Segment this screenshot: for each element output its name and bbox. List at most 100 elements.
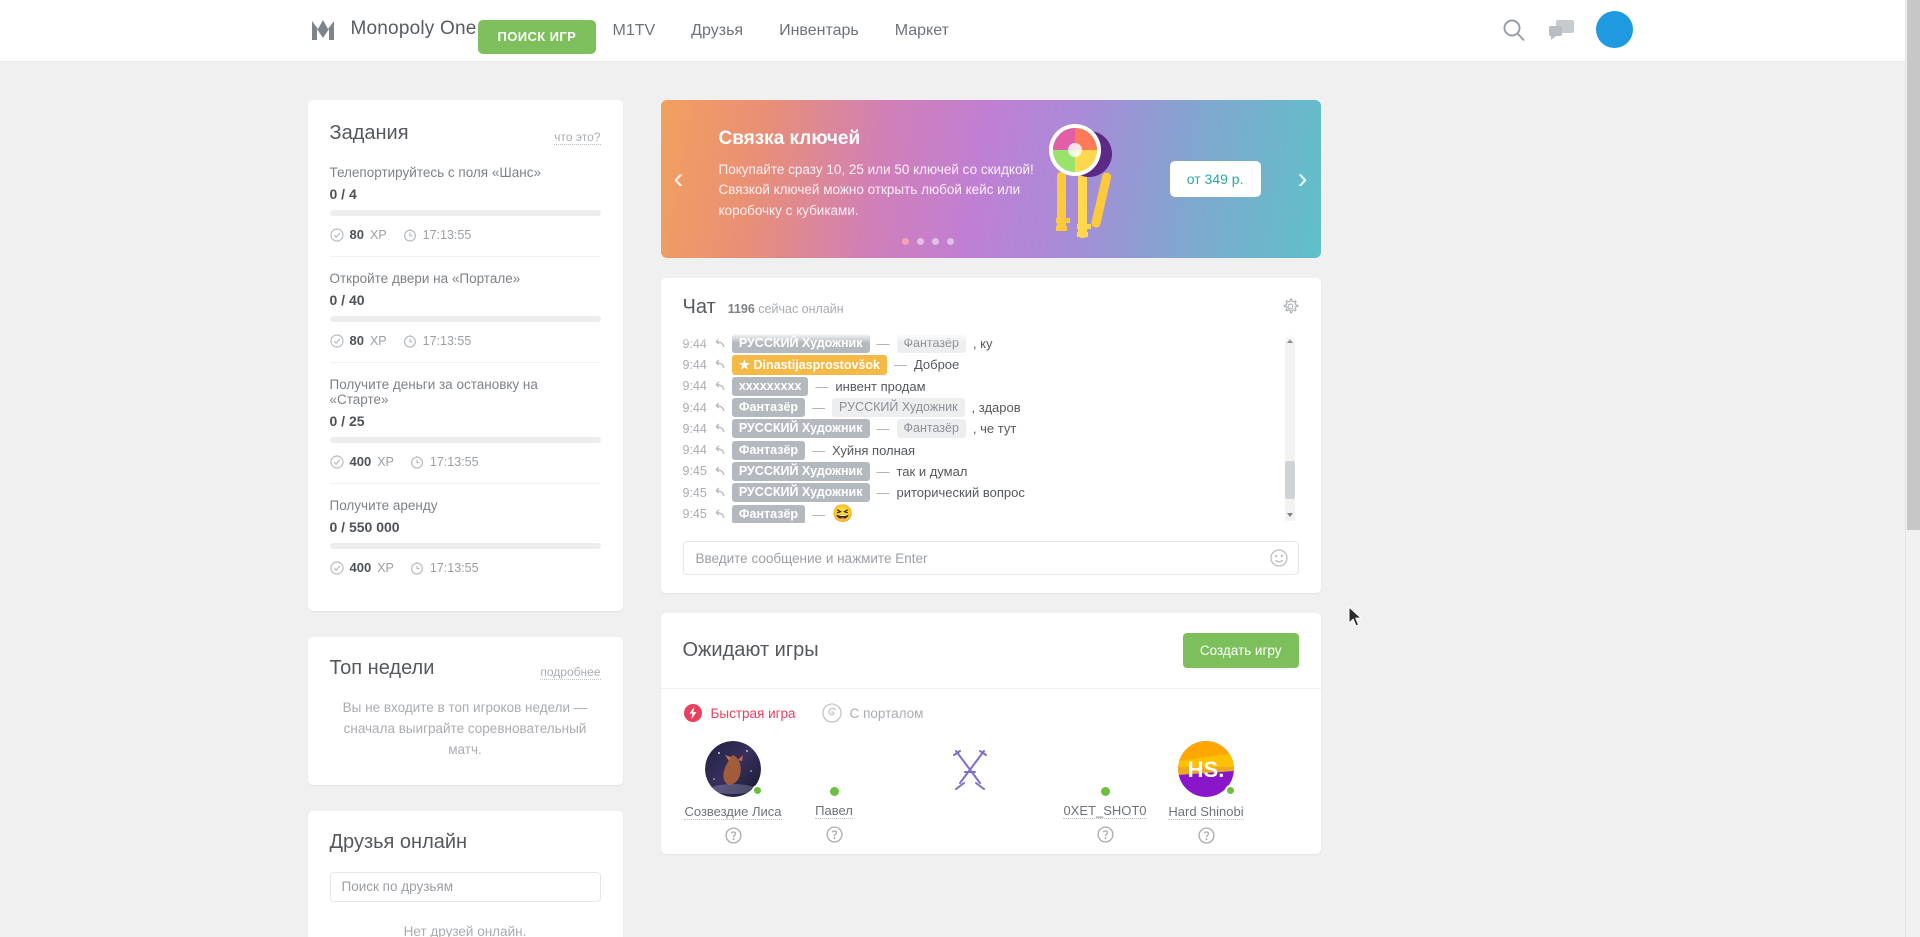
nav-item-inventory[interactable]: Инвентарь (779, 22, 859, 40)
banner-dot[interactable] (901, 238, 909, 245)
tab-with-portal-label: С порталом (849, 705, 924, 721)
player-name[interactable]: Павел (815, 803, 853, 819)
chat-message-list[interactable]: 9:44 РУССКИЙ Художник — Фантазёр , ку 9:… (682, 333, 1299, 523)
create-game-button[interactable]: Создать игру (1182, 633, 1299, 668)
question-icon[interactable] (1197, 827, 1215, 844)
message-text: , здаров (971, 400, 1021, 416)
page-scrollbar[interactable] (1905, 0, 1920, 937)
task-xp-label: XP (369, 333, 387, 348)
message-author[interactable]: Фантазёр (731, 504, 806, 523)
message-author[interactable]: xxxxxxxxx (731, 376, 809, 396)
chat-online-status: 1196 сейчас онлайн (728, 302, 844, 316)
chat-message: 9:45 РУССКИЙ Художник — так и думал (683, 461, 1277, 482)
scroll-down-arrow-icon[interactable] (1286, 511, 1294, 519)
emoji-picker-icon[interactable] (1269, 549, 1288, 567)
waiting-games-title: Ожидают игры (682, 639, 819, 661)
reply-icon[interactable] (714, 423, 725, 434)
message-author[interactable]: Фантазёр (731, 398, 806, 418)
message-time: 9:44 (682, 357, 707, 372)
message-text: инвент продам (835, 378, 926, 394)
question-icon[interactable] (724, 827, 742, 844)
task-xp: 400 XP (329, 560, 394, 575)
task-xp: 80 XP (329, 227, 387, 242)
reply-icon[interactable] (714, 381, 725, 392)
nav-item-friends[interactable]: Друзья (691, 22, 743, 40)
waiting-games-tabs: Быстрая игра С порталом (661, 689, 1321, 729)
online-status-dot (752, 785, 763, 796)
chat-online-count: 1196 (727, 302, 755, 316)
message-text: так и думал (896, 463, 968, 479)
task-progress: 0 / 40 (329, 292, 365, 308)
banner-next-arrow[interactable]: › (1298, 164, 1308, 194)
check-circle-icon (329, 333, 344, 348)
nav-item-market[interactable]: Маркет (895, 22, 949, 40)
page-scrollbar-thumb[interactable] (1907, 0, 1920, 530)
player-name[interactable]: Hard Shinobi (1168, 804, 1244, 820)
tasks-title: Задания (329, 122, 409, 144)
player-card: 0XET_SHOT0 (1055, 741, 1156, 844)
reply-icon[interactable] (714, 445, 725, 456)
message-time: 9:44 (682, 443, 707, 458)
player-name[interactable]: Созвездие Лиса (684, 804, 782, 820)
chat-message: 9:45 Фантазёр — 😆 (683, 503, 1277, 523)
message-mention[interactable]: РУССКИЙ Художник (832, 398, 965, 418)
task-timer: 17:13:55 (410, 561, 479, 575)
search-games-button[interactable]: ПОИСК ИГР (477, 20, 597, 54)
task-timer: 17:13:55 (410, 455, 479, 469)
reply-icon[interactable] (714, 466, 725, 477)
brand-name: Monopoly One (350, 18, 477, 39)
task-xp-value: 80 (349, 227, 364, 242)
avatar[interactable] (1595, 11, 1633, 48)
chat-scrollbar-thumb[interactable] (1284, 461, 1295, 499)
player-name[interactable]: 0XET_SHOT0 (1063, 803, 1147, 819)
keychain-icon (1048, 124, 1112, 238)
question-icon[interactable] (1096, 826, 1114, 843)
message-author[interactable]: ★ Dinastijasprostovšok (731, 354, 887, 375)
chat-scrollbar[interactable] (1284, 335, 1295, 521)
message-dash: — (876, 485, 890, 501)
message-author[interactable]: РУССКИЙ Художник (731, 483, 870, 503)
search-icon[interactable] (1500, 16, 1528, 44)
message-dash: — (815, 378, 829, 394)
tab-fast-game-label: Быстрая игра (710, 705, 796, 721)
reply-icon[interactable] (714, 359, 725, 370)
message-text: Доброе (913, 357, 960, 373)
question-icon[interactable] (825, 826, 843, 843)
message-dash: — (893, 357, 907, 373)
top-week-details-link[interactable]: подробнее (540, 665, 601, 680)
banner-dot[interactable] (946, 238, 954, 245)
banner-dot[interactable] (931, 238, 939, 245)
main-nav: M1TV Друзья Инвентарь Маркет (613, 22, 949, 40)
message-author[interactable]: Фантазёр (731, 440, 806, 460)
tab-with-portal[interactable]: С порталом (821, 703, 924, 723)
nav-item-m1tv[interactable]: M1TV (613, 22, 656, 40)
task-xp: 80 XP (329, 333, 387, 348)
task-xp-value: 400 (349, 454, 372, 469)
banner-dot[interactable] (916, 238, 924, 245)
message-author[interactable]: РУССКИЙ Художник (731, 419, 870, 439)
promo-banner[interactable]: ‹ › Связка ключей Покупайте сразу 10, 25… (660, 100, 1321, 258)
tasks-help-link[interactable]: что это? (554, 130, 601, 145)
task-time-value: 17:13:55 (422, 227, 472, 242)
waiting-players-row: Созвездие Лиса Павел 0XET_SHOT0 HS. Hard… (661, 729, 1321, 844)
task-progress: 0 / 25 (329, 413, 365, 429)
banner-prev-arrow[interactable]: ‹ (674, 164, 684, 194)
reply-icon[interactable] (714, 509, 725, 520)
message-author[interactable]: РУССКИЙ Художник (731, 461, 870, 481)
clock-icon (410, 455, 423, 469)
tab-fast-game[interactable]: Быстрая игра (683, 703, 796, 723)
chat-message-input[interactable] (682, 541, 1299, 575)
message-mention[interactable]: Фантазёр (896, 419, 966, 439)
reply-icon[interactable] (714, 487, 725, 498)
friends-search-input[interactable] (329, 871, 601, 902)
banner-price-button[interactable]: от 349 р. (1169, 161, 1261, 197)
reply-icon[interactable] (714, 402, 725, 413)
task-progress-bar (329, 316, 601, 322)
gear-icon[interactable] (1282, 298, 1299, 315)
site-header: Monopoly One ПОИСК ИГР M1TV Друзья Инвен… (0, 0, 1905, 62)
versus-separator (885, 741, 1055, 844)
chat-bubbles-icon[interactable] (1548, 16, 1576, 44)
brand[interactable]: Monopoly One (308, 14, 477, 44)
friends-empty-text: Нет друзей онлайн. (403, 923, 527, 937)
task-time-value: 17:13:55 (429, 560, 479, 575)
